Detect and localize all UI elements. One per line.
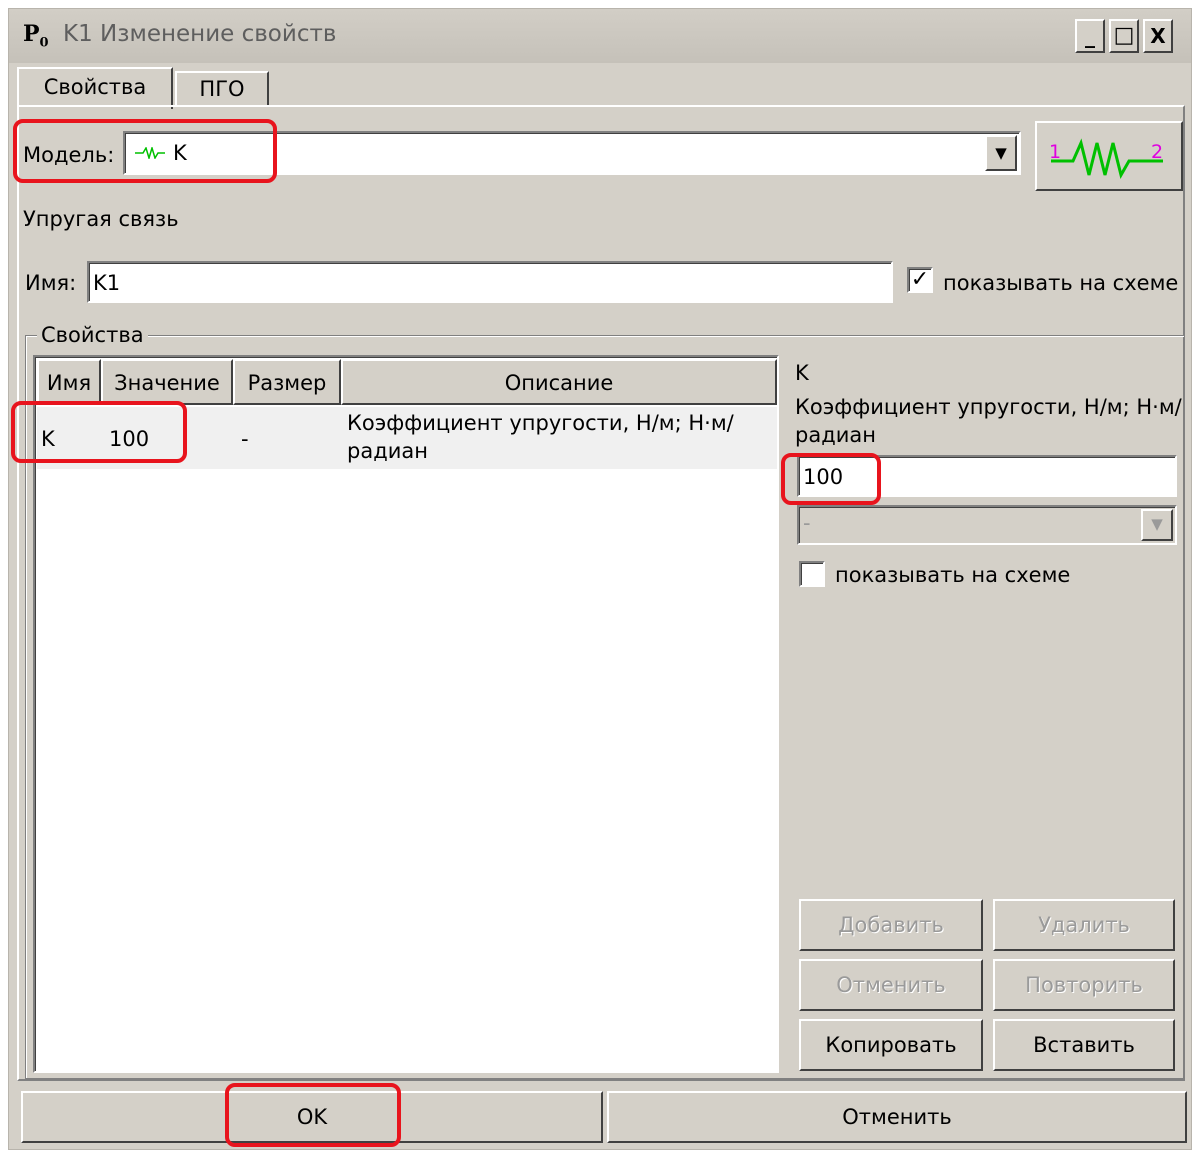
model-preview-button[interactable]: 1 2 <box>1035 121 1183 191</box>
maximize-button[interactable]: □ <box>1109 19 1139 53</box>
name-input[interactable]: K1 <box>87 261 893 303</box>
row-size: - <box>241 427 249 451</box>
detail-description-line1: Коэффициент упругости, Н/м; Н·м/ <box>795 395 1182 419</box>
highlight-model <box>13 119 277 183</box>
model-description: Упругая связь <box>23 207 179 231</box>
preview-label-2: 2 <box>1151 141 1164 163</box>
title-bar[interactable]: P0 K1 Изменение свойств _ □ X <box>9 9 1191 63</box>
unit-select[interactable]: - ▼ <box>797 505 1177 545</box>
app-icon: P0 <box>23 21 49 51</box>
minimize-button[interactable]: _ <box>1075 19 1105 53</box>
column-header-value[interactable]: Значение <box>101 359 233 405</box>
tab-pgo[interactable]: ПГО <box>175 71 269 107</box>
highlight-ok-button <box>225 1083 401 1147</box>
close-button[interactable]: X <box>1143 19 1173 53</box>
highlight-row-value <box>11 401 187 463</box>
detail-description-line2: радиан <box>795 423 876 447</box>
highlight-detail-value <box>781 453 881 505</box>
unit-select-value: - <box>803 511 811 535</box>
column-header-name[interactable]: Имя <box>37 359 101 405</box>
show-name-label: показывать на схеме <box>943 271 1179 295</box>
row-description-line1: Коэффициент упругости, Н/м; Н·м/ <box>347 411 734 435</box>
column-header-size[interactable]: Размер <box>233 359 341 405</box>
name-value: K1 <box>93 271 121 295</box>
paste-button[interactable]: Вставить <box>993 1019 1175 1071</box>
cancel-button[interactable]: Отменить <box>607 1091 1187 1143</box>
name-label: Имя: <box>25 271 77 295</box>
redo-button[interactable]: Повторить <box>993 959 1175 1011</box>
tab-properties[interactable]: Свойства <box>17 67 173 109</box>
window-title: K1 Изменение свойств <box>63 21 337 47</box>
properties-dialog: P0 K1 Изменение свойств _ □ X Свойства П… <box>8 8 1192 1150</box>
show-value-checkbox[interactable] <box>799 561 825 587</box>
undo-button[interactable]: Отменить <box>799 959 983 1011</box>
preview-label-1: 1 <box>1049 141 1062 163</box>
chevron-down-icon[interactable]: ▼ <box>985 135 1017 171</box>
show-value-label: показывать на схеме <box>835 563 1071 587</box>
show-name-checkbox[interactable]: ✓ <box>907 267 933 293</box>
properties-group-title: Свойства <box>37 323 148 347</box>
add-button[interactable]: Добавить <box>799 899 983 951</box>
copy-button[interactable]: Копировать <box>799 1019 983 1071</box>
row-description-line2: радиан <box>347 439 428 463</box>
detail-name: K <box>795 361 809 385</box>
delete-button[interactable]: Удалить <box>993 899 1175 951</box>
column-header-description[interactable]: Описание <box>341 359 777 405</box>
chevron-down-icon[interactable]: ▼ <box>1141 509 1173 541</box>
